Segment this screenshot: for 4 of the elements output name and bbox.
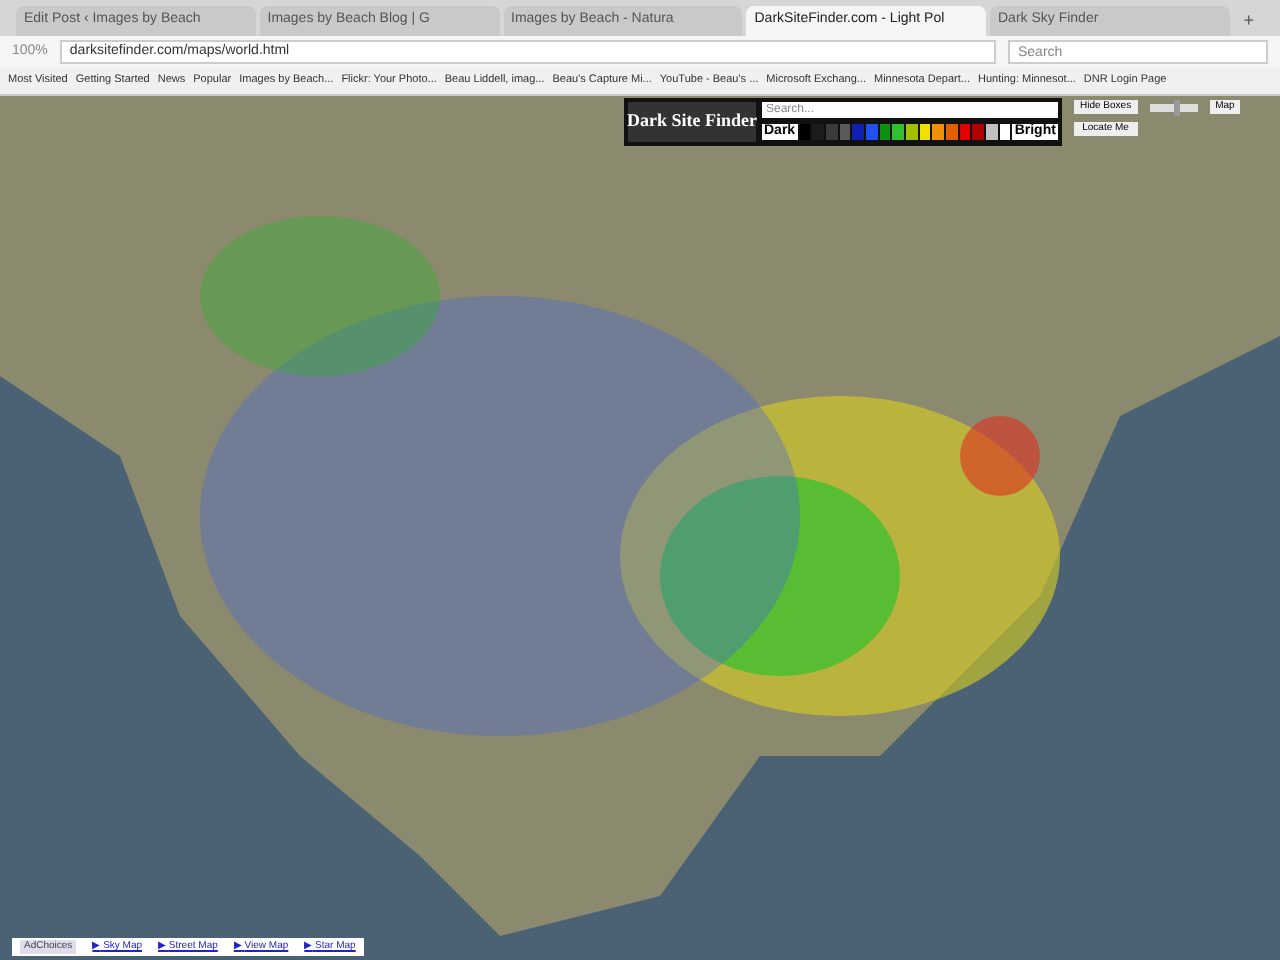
slider-thumb[interactable] (1174, 100, 1181, 116)
new-tab-button[interactable]: + (1233, 6, 1265, 36)
site-logo: Dark Site Finder (628, 102, 756, 142)
opacity-slider[interactable] (1149, 104, 1198, 112)
